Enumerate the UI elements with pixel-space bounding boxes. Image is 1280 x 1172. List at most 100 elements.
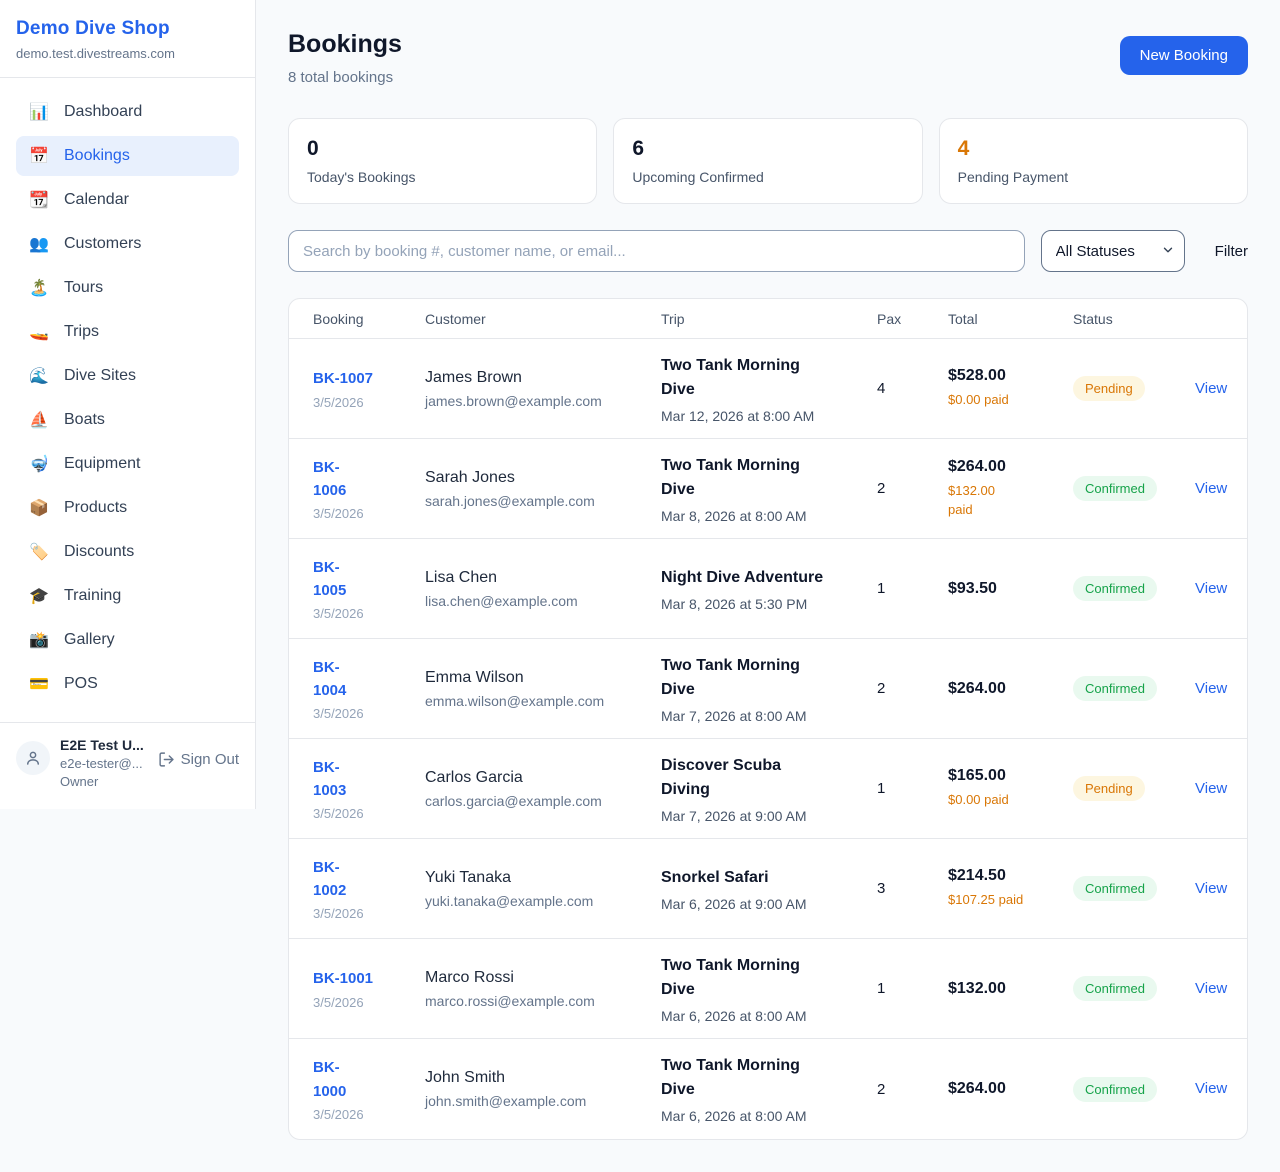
customer-name: Carlos Garcia (425, 769, 661, 787)
trip-datetime: Mar 8, 2026 at 8:00 AM (661, 508, 877, 524)
customer-email: carlos.garcia@example.com (425, 793, 661, 809)
trip-name: Discover Scuba Diving (661, 754, 826, 802)
dive-sites-icon: 🌊 (28, 366, 50, 386)
sign-out-button[interactable]: Sign Out (158, 751, 239, 768)
table-row: BK-1006 3/5/2026 Sarah Jones sarah.jones… (289, 439, 1247, 539)
status-badge: Confirmed (1073, 576, 1157, 601)
main-content: Bookings 8 total bookings New Booking 0 … (256, 0, 1280, 1172)
total-amount: $214.50 (948, 867, 1073, 885)
sidebar-nav: 📊 Dashboard 📅 Bookings 📆 Calendar 👥 Cust… (0, 78, 255, 716)
booking-id-link[interactable]: BK-1001 (313, 967, 373, 990)
user-box: E2E Test U... e2e-tester@... Owner Sign … (0, 722, 255, 795)
sidebar-item-pos[interactable]: 💳 POS (16, 664, 239, 704)
column-header-total: Total (948, 311, 1073, 327)
sidebar-item-dashboard[interactable]: 📊 Dashboard (16, 92, 239, 132)
booking-id-link[interactable]: BK-1004 (313, 656, 369, 703)
view-link[interactable]: View (1195, 980, 1227, 997)
sidebar-item-gallery[interactable]: 📸 Gallery (16, 620, 239, 660)
sidebar-item-trips[interactable]: 🚤 Trips (16, 312, 239, 352)
view-link[interactable]: View (1195, 480, 1227, 497)
trip-datetime: Mar 7, 2026 at 8:00 AM (661, 708, 877, 724)
column-header-trip: Trip (661, 311, 877, 327)
user-name: E2E Test U... (60, 737, 148, 753)
tours-icon: 🏝️ (28, 278, 50, 298)
table-header-row: Booking Customer Trip Pax Total Status (289, 299, 1247, 339)
total-amount: $528.00 (948, 367, 1073, 385)
dashboard-icon: 📊 (28, 102, 50, 122)
customers-icon: 👥 (28, 234, 50, 254)
user-icon (24, 749, 42, 767)
booking-id-link[interactable]: BK-1002 (313, 856, 369, 903)
search-input[interactable] (288, 230, 1025, 272)
sidebar-item-dive-sites[interactable]: 🌊 Dive Sites (16, 356, 239, 396)
customer-email: yuki.tanaka@example.com (425, 893, 661, 909)
user-role: Owner (60, 774, 148, 789)
user-meta: E2E Test U... e2e-tester@... Owner (60, 737, 148, 789)
pax-count: 2 (877, 480, 948, 497)
booking-date: 3/5/2026 (313, 395, 425, 410)
customer-name: Sarah Jones (425, 469, 661, 487)
customer-name: John Smith (425, 1069, 661, 1087)
trip-datetime: Mar 12, 2026 at 8:00 AM (661, 408, 877, 424)
stat-card: 4 Pending Payment (939, 118, 1248, 204)
paid-amount: $132.00 paid (948, 481, 1010, 520)
customer-name: Yuki Tanaka (425, 869, 661, 887)
view-link[interactable]: View (1195, 580, 1227, 597)
booking-date: 3/5/2026 (313, 606, 425, 621)
trip-name: Snorkel Safari (661, 866, 826, 890)
trip-datetime: Mar 6, 2026 at 8:00 AM (661, 1108, 877, 1124)
sidebar-item-products[interactable]: 📦 Products (16, 488, 239, 528)
page-title: Bookings (288, 30, 402, 59)
view-link[interactable]: View (1195, 780, 1227, 797)
sidebar-item-tours[interactable]: 🏝️ Tours (16, 268, 239, 308)
sign-out-label: Sign Out (181, 751, 239, 768)
view-link[interactable]: View (1195, 380, 1227, 397)
bookings-icon: 📅 (28, 146, 50, 166)
paid-amount: $107.25 paid (948, 890, 1023, 910)
trip-name: Two Tank Morning Dive (661, 654, 826, 702)
booking-id-link[interactable]: BK-1000 (313, 1056, 369, 1103)
sidebar-item-calendar[interactable]: 📆 Calendar (16, 180, 239, 220)
total-amount: $132.00 (948, 980, 1073, 998)
total-amount: $93.50 (948, 580, 1073, 598)
booking-date: 3/5/2026 (313, 706, 425, 721)
boats-icon: ⛵ (28, 410, 50, 430)
avatar (16, 741, 50, 775)
customer-email: sarah.jones@example.com (425, 493, 661, 509)
customer-name: Marco Rossi (425, 969, 661, 987)
total-amount: $264.00 (948, 1080, 1073, 1098)
booking-id-link[interactable]: BK-1005 (313, 556, 369, 603)
customer-name: Lisa Chen (425, 569, 661, 587)
column-header-booking: Booking (313, 311, 425, 327)
table-row: BK-1004 3/5/2026 Emma Wilson emma.wilson… (289, 639, 1247, 739)
view-link[interactable]: View (1195, 680, 1227, 697)
sidebar-item-customers[interactable]: 👥 Customers (16, 224, 239, 264)
table-row: BK-1001 3/5/2026 Marco Rossi marco.rossi… (289, 939, 1247, 1039)
trip-name: Night Dive Adventure (661, 566, 826, 590)
status-filter-select[interactable]: All Statuses (1041, 230, 1185, 272)
booking-id-link[interactable]: BK-1006 (313, 456, 369, 503)
column-header-customer: Customer (425, 311, 661, 327)
table-row: BK-1000 3/5/2026 John Smith john.smith@e… (289, 1039, 1247, 1139)
status-badge: Pending (1073, 776, 1145, 801)
booking-id-link[interactable]: BK-1003 (313, 756, 369, 803)
sidebar-item-discounts[interactable]: 🏷️ Discounts (16, 532, 239, 572)
sidebar-item-equipment[interactable]: 🤿 Equipment (16, 444, 239, 484)
table-row: BK-1003 3/5/2026 Carlos Garcia carlos.ga… (289, 739, 1247, 839)
pax-count: 3 (877, 880, 948, 897)
sidebar-item-training[interactable]: 🎓 Training (16, 576, 239, 616)
booking-date: 3/5/2026 (313, 995, 425, 1010)
sidebar-item-boats[interactable]: ⛵ Boats (16, 400, 239, 440)
sidebar-item-bookings[interactable]: 📅 Bookings (16, 136, 239, 176)
booking-id-link[interactable]: BK-1007 (313, 367, 373, 390)
view-link[interactable]: View (1195, 1080, 1227, 1097)
new-booking-button[interactable]: New Booking (1120, 36, 1248, 75)
view-link[interactable]: View (1195, 880, 1227, 897)
status-badge: Confirmed (1073, 476, 1157, 501)
total-amount: $264.00 (948, 458, 1073, 476)
trips-icon: 🚤 (28, 322, 50, 342)
filter-button[interactable]: Filter (1215, 243, 1248, 260)
stat-card: 0 Today's Bookings (288, 118, 597, 204)
filter-bar: All Statuses Filter (288, 230, 1248, 272)
stats-row: 0 Today's Bookings 6 Upcoming Confirmed … (288, 118, 1248, 204)
